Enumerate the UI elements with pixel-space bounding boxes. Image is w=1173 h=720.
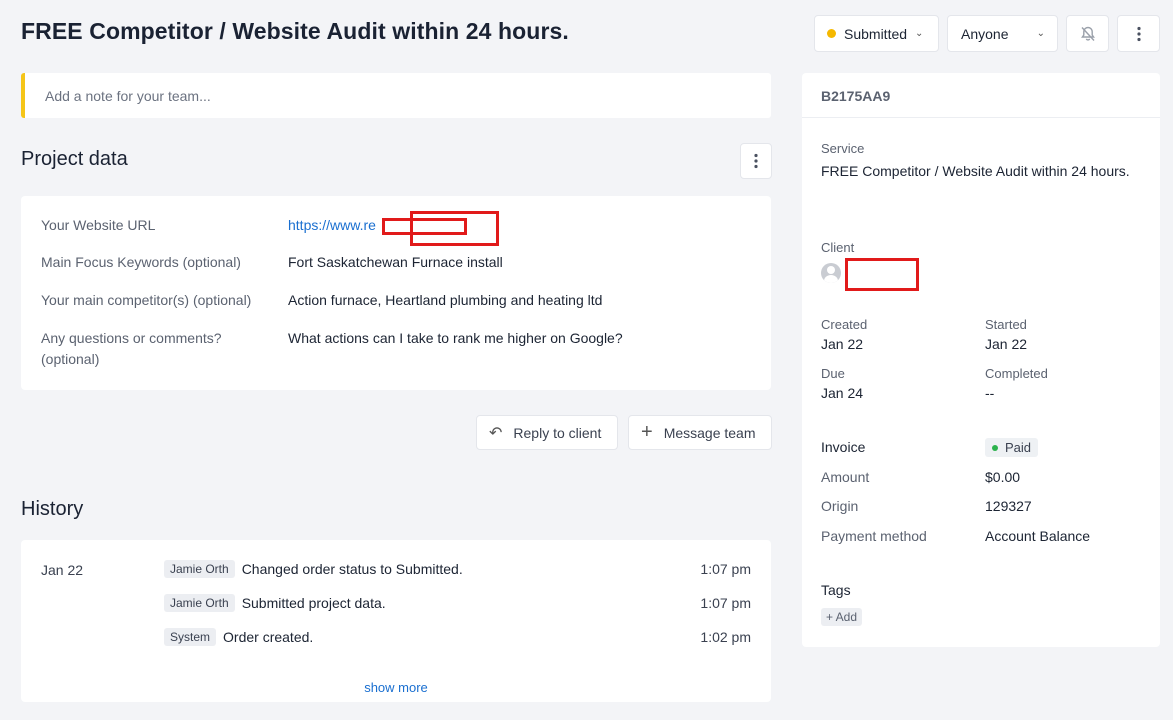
- history-text: Submitted project data.: [241, 595, 386, 611]
- amount-value: $0.00: [985, 469, 1021, 485]
- reply-label: Reply to client: [513, 424, 602, 441]
- assignee-label: Anyone: [961, 25, 1009, 42]
- field-value: Action furnace, Heartland plumbing and h…: [288, 292, 603, 308]
- plus-icon: +: [641, 421, 653, 443]
- project-data-row: Main Focus Keywords (optional) Fort Sask…: [41, 252, 503, 273]
- history-date: Jan 22: [41, 562, 84, 578]
- project-data-title: Project data: [21, 148, 128, 170]
- paid-label: Paid: [1005, 440, 1032, 455]
- completed-label: Completed: [985, 366, 1048, 381]
- started-value: Jan 22: [985, 336, 1028, 352]
- chevron-down-icon: ⌄: [915, 28, 924, 39]
- actor-badge: System: [164, 628, 217, 646]
- redaction-box: [845, 258, 919, 291]
- completed-value: --: [985, 385, 995, 401]
- history-text: Order created.: [223, 629, 314, 645]
- history-text: Changed order status to Submitted.: [241, 561, 463, 577]
- history-time: 1:07 pm: [700, 561, 751, 577]
- paid-dot: [992, 444, 998, 451]
- order-details-panel: B2175AA9 Service FREE Competitor / Websi…: [802, 73, 1160, 647]
- vertical-dots-icon: [1136, 26, 1141, 41]
- chevron-down-icon: ⌄: [1036, 28, 1045, 39]
- actor-badge: Jamie Orth: [164, 594, 235, 612]
- bell-slash-icon: [1080, 26, 1095, 41]
- payment-method-label: Payment method: [821, 528, 927, 544]
- status-label: Submitted: [844, 25, 908, 42]
- status-dropdown[interactable]: Submitted ⌄: [814, 15, 939, 52]
- project-data-row: Any questions or comments? (optional) Wh…: [41, 328, 623, 370]
- due-value: Jan 24: [821, 385, 864, 401]
- history-entry: Jamie Orth Submitted project data. 1:07 …: [164, 594, 751, 612]
- avatar: [821, 263, 841, 283]
- field-value: Fort Saskatchewan Furnace install: [288, 254, 503, 270]
- field-label: Your main competitor(s) (optional): [41, 292, 252, 308]
- created-label: Created: [821, 317, 868, 332]
- history-entry: Jamie Orth Changed order status to Submi…: [164, 560, 751, 578]
- history-time: 1:07 pm: [700, 595, 751, 611]
- service-label: Service: [821, 141, 865, 156]
- project-data-row: Your Website URL https://www.re: [41, 215, 376, 236]
- message-team-button[interactable]: + Message team: [628, 415, 772, 450]
- reply-to-client-button[interactable]: ↶ Reply to client: [476, 415, 618, 450]
- paid-status-badge: Paid: [985, 438, 1039, 457]
- add-tag-button[interactable]: + Add: [821, 608, 863, 626]
- due-label: Due: [821, 366, 845, 381]
- team-note-input[interactable]: Add a note for your team...: [21, 73, 771, 118]
- history-time: 1:02 pm: [700, 629, 751, 645]
- tags-label: Tags: [821, 582, 851, 598]
- history-card: Jan 22 Jamie Orth Changed order status t…: [21, 540, 771, 702]
- field-value: What actions can I take to rank me highe…: [288, 330, 623, 346]
- field-label: Your Website URL: [41, 217, 156, 233]
- status-dot: [827, 29, 836, 38]
- started-label: Started: [985, 317, 1027, 332]
- actor-badge: Jamie Orth: [164, 560, 235, 578]
- assignee-dropdown[interactable]: Anyone ⌄: [947, 15, 1058, 52]
- origin-label: Origin: [821, 498, 859, 514]
- history-entry: System Order created. 1:02 pm: [164, 628, 751, 646]
- client-label: Client: [821, 240, 855, 255]
- origin-value: 129327: [985, 498, 1032, 514]
- page-title: FREE Competitor / Website Audit within 2…: [21, 18, 569, 44]
- order-id-bar: B2175AA9: [802, 73, 1160, 118]
- mute-notifications-button[interactable]: [1066, 15, 1109, 52]
- website-url-link[interactable]: https://www.re: [288, 215, 376, 236]
- order-id: B2175AA9: [821, 88, 891, 104]
- created-value: Jan 22: [821, 336, 864, 352]
- redaction-box: [410, 211, 499, 246]
- project-data-options-button[interactable]: [740, 143, 772, 179]
- amount-label: Amount: [821, 469, 870, 485]
- field-label: Any questions or comments? (optional): [41, 330, 222, 367]
- field-label: Main Focus Keywords (optional): [41, 254, 241, 270]
- message-label: Message team: [663, 424, 756, 441]
- vertical-dots-icon: [754, 153, 758, 169]
- project-data-row: Your main competitor(s) (optional) Actio…: [41, 290, 602, 311]
- show-more-link[interactable]: show more: [21, 680, 771, 695]
- reply-arrow-icon: ↶: [489, 424, 503, 442]
- invoice-label: Invoice: [821, 439, 866, 455]
- history-title: History: [21, 498, 84, 520]
- payment-method-value: Account Balance: [985, 528, 1091, 544]
- service-value: FREE Competitor / Website Audit within 2…: [821, 163, 1130, 179]
- more-options-button[interactable]: [1117, 15, 1160, 52]
